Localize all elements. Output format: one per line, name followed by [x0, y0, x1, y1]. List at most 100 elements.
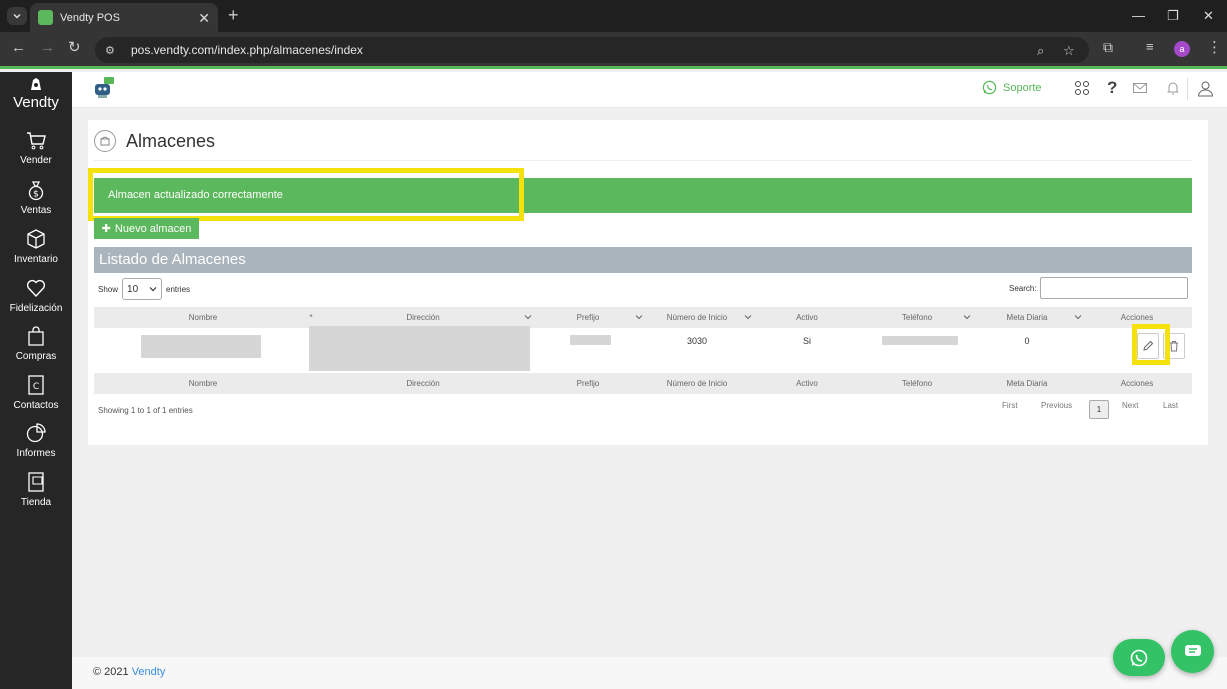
url-text: pos.vendty.com/index.php/almacenes/index	[131, 43, 363, 57]
sidebar-item-vender[interactable]: Vender	[0, 129, 72, 166]
entries-label: entries	[166, 284, 191, 294]
close-window-button[interactable]: ✕	[1203, 8, 1214, 24]
footer-col-acciones: Acciones	[1120, 379, 1154, 388]
whatsapp-icon	[982, 80, 997, 95]
redacted-direccion	[309, 326, 530, 371]
media-control-icon[interactable]: ≡	[1146, 40, 1154, 53]
chat-widget-button[interactable]	[1171, 630, 1214, 673]
app-header: Soporte ?	[72, 72, 1227, 108]
extensions-icon[interactable]: ⧉	[1103, 40, 1113, 54]
column-header-numero-inicio[interactable]: Número de Inicio	[642, 307, 752, 328]
sidebar-item-label: Compras	[15, 351, 57, 362]
new-warehouse-button[interactable]: ✚ Nuevo almacen	[94, 218, 199, 239]
page-title: Almacenes	[126, 130, 216, 151]
show-label: Show	[98, 284, 119, 294]
footer-col-activo: Activo	[796, 379, 818, 388]
bookmark-star-icon[interactable]: ☆	[1063, 43, 1075, 59]
brand-logo[interactable]: Vendty	[0, 76, 72, 111]
highlight-box-alert	[88, 168, 524, 221]
chevron-down-icon	[13, 13, 21, 19]
sidebar-item-contactos[interactable]: C Contactos	[0, 374, 72, 411]
header-divider	[1187, 78, 1188, 100]
profile-avatar[interactable]: a	[1174, 41, 1190, 57]
browser-tab-bar: Vendty POS ✕ + — ❐ ✕	[0, 0, 1227, 32]
back-button[interactable]: ←	[11, 40, 26, 55]
sort-chevron-icon	[1074, 315, 1082, 320]
cell-activo: Si	[802, 336, 811, 346]
column-header-meta-diaria[interactable]: Meta Diaria	[972, 307, 1082, 328]
sidebar-item-label: Tienda	[20, 497, 52, 508]
footer-col-nombre: Nombre	[188, 379, 218, 388]
sidebar-item-fidelizacion[interactable]: Fidelización	[0, 277, 72, 314]
forward-button[interactable]: →	[40, 40, 55, 55]
warehouse-icon	[94, 130, 116, 152]
app-sidebar: Vendty Vender $ Ventas Inventario Fideli…	[0, 72, 72, 689]
trash-icon	[1170, 341, 1178, 352]
entries-length-control: Show 10 entries	[98, 278, 190, 300]
svg-text:C: C	[33, 382, 39, 392]
footer-vendty-link[interactable]: Vendty	[132, 666, 166, 678]
support-label: Soporte	[1003, 81, 1042, 94]
pagination-next[interactable]: Next	[1122, 401, 1138, 410]
vendty-favicon	[38, 10, 53, 25]
heart-icon	[26, 279, 46, 298]
whatsapp-icon	[1130, 649, 1148, 666]
cart-icon	[27, 132, 46, 150]
footer-col-direccion: Dirección	[406, 379, 440, 388]
browser-tab[interactable]: Vendty POS ✕	[30, 3, 218, 32]
pagination-last[interactable]: Last	[1163, 401, 1178, 410]
tab-close-icon[interactable]: ✕	[198, 11, 210, 25]
new-warehouse-label: Nuevo almacen	[114, 222, 192, 235]
entries-select[interactable]: 10	[122, 278, 163, 300]
bell-icon[interactable]	[1165, 80, 1181, 96]
plus-icon: ✚	[101, 223, 111, 235]
column-header-telefono[interactable]: Teléfono	[862, 307, 972, 328]
column-header-prefijo[interactable]: Prefijo	[534, 307, 642, 328]
title-divider	[94, 160, 1192, 161]
table-footer: Nombre Dirección Prefijo Número de Inici…	[94, 373, 1192, 394]
user-icon[interactable]	[1197, 80, 1214, 97]
pie-chart-icon	[26, 423, 46, 443]
footer-col-telefono: Teléfono	[901, 379, 933, 388]
sidebar-item-label: Contactos	[13, 400, 59, 411]
help-icon[interactable]: ?	[1107, 78, 1117, 98]
pagination-first[interactable]: First	[1002, 401, 1018, 410]
entries-value: 10	[127, 283, 139, 295]
search-label: Search:	[1009, 283, 1037, 293]
sidebar-item-label: Informes	[16, 448, 56, 459]
cell-numero-inicio: 3030	[686, 336, 708, 346]
minimize-button[interactable]: —	[1132, 8, 1145, 23]
column-header-nombre[interactable]: Nombre	[94, 307, 312, 328]
column-header-activo[interactable]: Activo	[752, 307, 862, 328]
tab-search-button[interactable]	[7, 7, 27, 25]
apps-grid-icon[interactable]	[1074, 80, 1090, 96]
sidebar-item-tienda[interactable]: Tienda	[0, 471, 72, 508]
support-link[interactable]: Soporte	[982, 80, 1042, 95]
store-icon	[28, 472, 44, 492]
site-settings-icon[interactable]: ⚙	[105, 44, 123, 57]
pagination-previous[interactable]: Previous	[1041, 401, 1072, 410]
vendty-logo-icon	[31, 78, 41, 90]
sidebar-item-inventario[interactable]: Inventario	[0, 228, 72, 265]
assistant-bot-icon[interactable]	[92, 76, 116, 100]
footer-col-meta-diaria: Meta Diaria	[1006, 379, 1048, 388]
main-content: Almacenes Almacen actualizado correctame…	[72, 108, 1227, 689]
browser-menu-icon[interactable]: ⋮	[1207, 40, 1222, 55]
column-header-direccion[interactable]: Dirección	[312, 307, 534, 328]
sidebar-item-ventas[interactable]: $ Ventas	[0, 179, 72, 216]
restore-button[interactable]: ❐	[1167, 8, 1179, 24]
zoom-icon[interactable]: ⌕	[1037, 43, 1044, 59]
whatsapp-chat-button[interactable]	[1113, 639, 1165, 676]
search-input[interactable]	[1039, 277, 1188, 299]
cell-meta-diaria: 0	[1024, 336, 1030, 346]
new-tab-button[interactable]: +	[228, 6, 239, 24]
address-bar[interactable]: ⚙ pos.vendty.com/index.php/almacenes/ind…	[95, 37, 1089, 63]
footer-col-numero-inicio: Número de Inicio	[666, 379, 728, 388]
sidebar-item-informes[interactable]: Informes	[0, 422, 72, 459]
sidebar-item-compras[interactable]: Compras	[0, 325, 72, 362]
reload-button[interactable]: ↻	[68, 40, 81, 55]
mail-icon[interactable]	[1132, 80, 1148, 96]
pagination-current[interactable]: 1	[1089, 400, 1109, 419]
table-search: Search:	[1009, 277, 1188, 299]
shopping-bag-icon	[28, 326, 44, 346]
